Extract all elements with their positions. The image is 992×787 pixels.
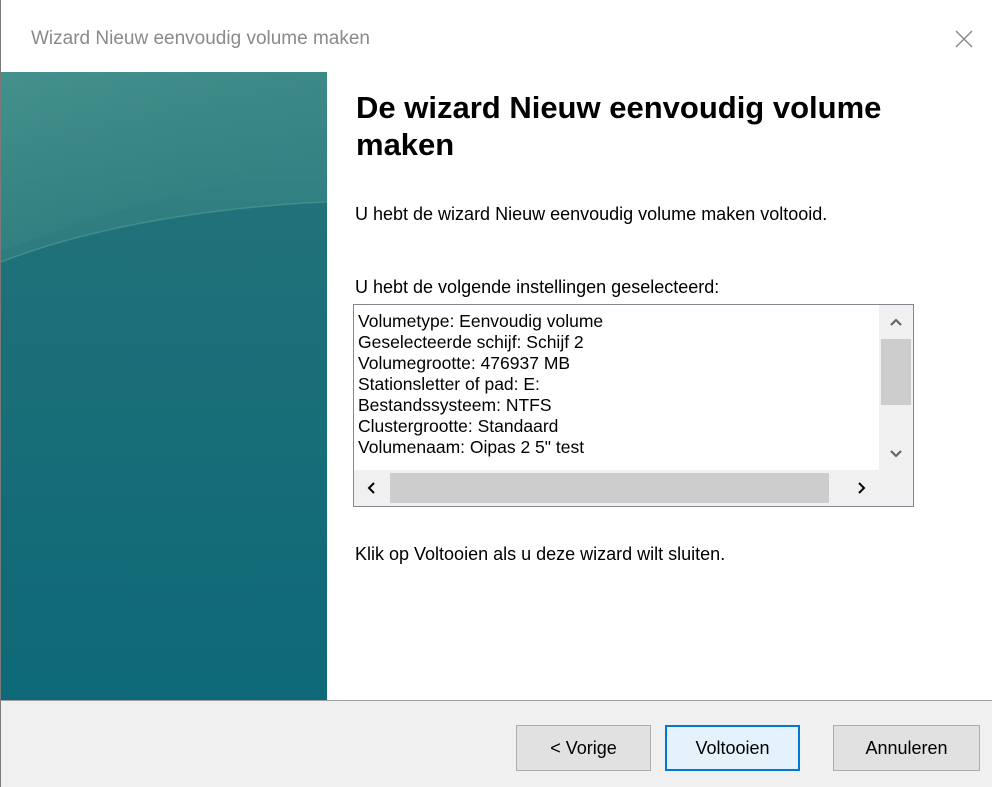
list-item: Stationsletter of pad: E: (358, 374, 540, 394)
completed-text: U hebt de wizard Nieuw eenvoudig volume … (355, 204, 828, 224)
settings-label: U hebt de volgende instellingen geselect… (355, 277, 720, 297)
close-button[interactable] (935, 14, 992, 64)
finish-hint: Klik op Voltooien als u deze wizard wilt… (355, 544, 726, 564)
list-item: Volumetype: Eenvoudig volume (358, 311, 604, 331)
wizard-window: Wizard Nieuw eenvoudig volume maken De w… (0, 0, 992, 787)
settings-listbox[interactable]: Volumetype: Eenvoudig volume Geselecteer… (353, 304, 914, 507)
horizontal-scroll-thumb[interactable] (390, 473, 829, 503)
close-icon (955, 30, 973, 48)
previous-button[interactable]: < Vorige (516, 725, 651, 771)
scroll-down-button[interactable] (879, 439, 913, 469)
page-heading: De wizard Nieuw eenvoudig volume maken (356, 90, 882, 162)
title-bar[interactable]: Wizard Nieuw eenvoudig volume maken (1, 0, 992, 72)
finish-button[interactable]: Voltooien (665, 725, 800, 771)
scroll-right-button[interactable] (845, 470, 879, 506)
list-item: Geselecteerde schijf: Schijf 2 (358, 332, 584, 352)
chevron-down-icon (890, 450, 902, 458)
list-item: Volumenaam: Oipas 2 5" test (358, 437, 585, 457)
vertical-scrollbar[interactable] (879, 305, 913, 471)
wizard-banner-graphic (1, 72, 327, 700)
scroll-left-button[interactable] (354, 470, 388, 506)
window-title: Wizard Nieuw eenvoudig volume maken (31, 28, 370, 49)
list-item: Volumegrootte: 476937 MB (358, 353, 571, 373)
chevron-right-icon (858, 482, 866, 494)
chevron-left-icon (367, 482, 375, 494)
list-item: Bestandssysteem: NTFS (358, 395, 552, 415)
scrollbar-corner (879, 470, 913, 506)
settings-list: Volumetype: Eenvoudig volume Geselecteer… (358, 311, 888, 471)
vertical-scroll-thumb[interactable] (881, 339, 911, 405)
button-bar: < Vorige Voltooien Annuleren (1, 700, 992, 787)
horizontal-scrollbar[interactable] (354, 470, 879, 506)
cancel-button[interactable]: Annuleren (833, 725, 980, 771)
wizard-banner (1, 72, 327, 700)
chevron-up-icon (890, 318, 902, 326)
list-item: Clustergrootte: Standaard (358, 416, 559, 436)
scroll-up-button[interactable] (879, 307, 913, 337)
wizard-content: De wizard Nieuw eenvoudig volume maken U… (327, 72, 992, 700)
